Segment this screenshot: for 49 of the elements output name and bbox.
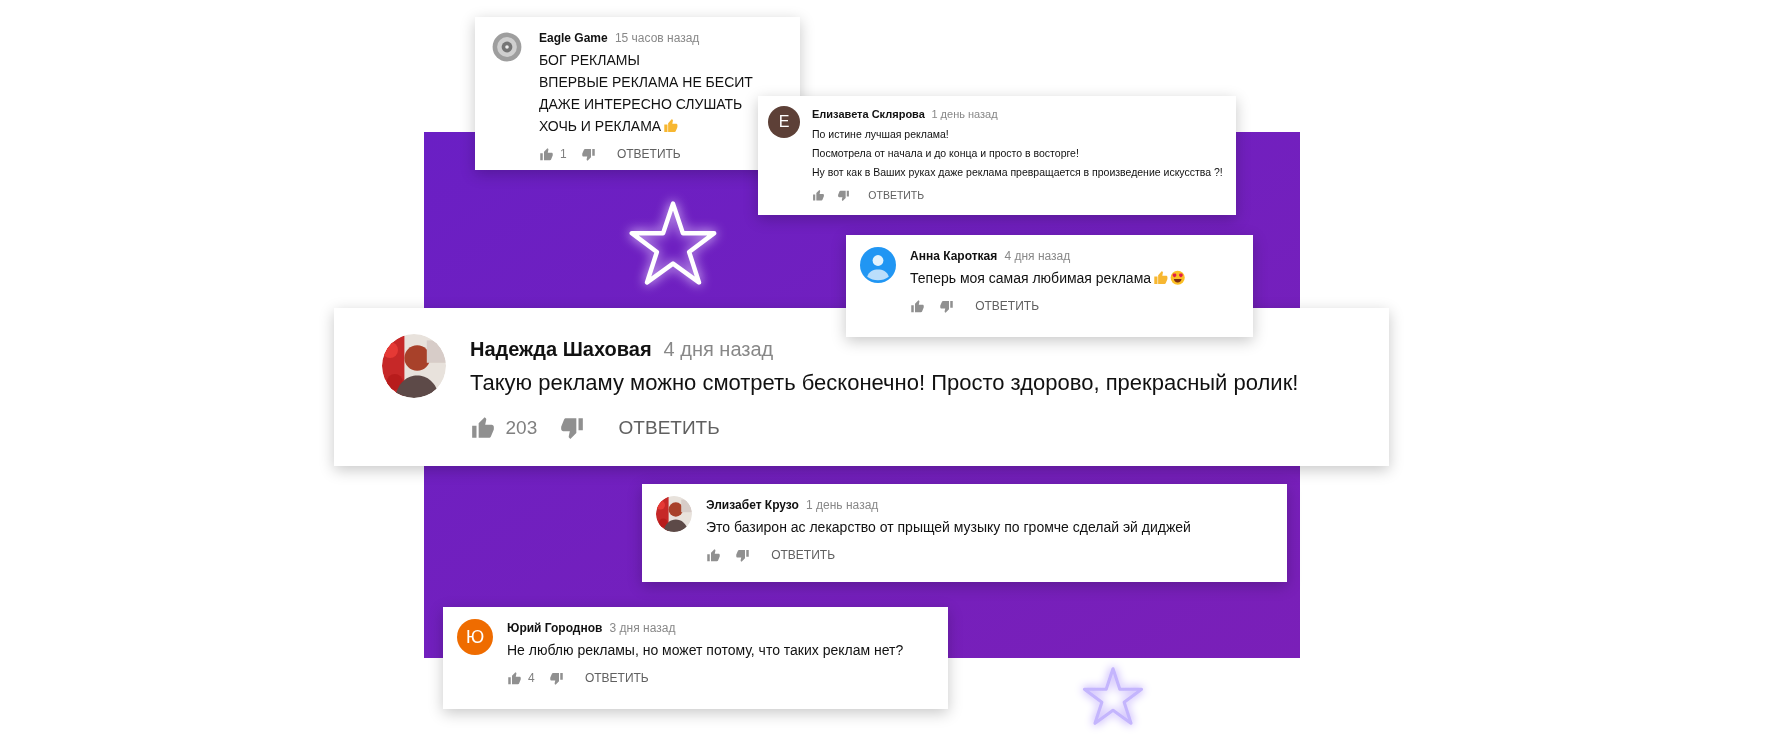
reply-button[interactable]: ОТВЕТИТЬ <box>771 546 836 564</box>
comment-text: Не люблю рекламы, но может потому, что таких реклам нет? <box>507 641 904 660</box>
comment-time[interactable]: 15 часов назад <box>614 29 700 47</box>
avatar: Е <box>768 106 800 138</box>
comment-time[interactable]: 1 день назад <box>806 496 879 514</box>
reply-button[interactable]: ОТВЕТИТЬ <box>868 187 925 204</box>
avatar: Ю <box>457 619 493 655</box>
thumbs-down-icon[interactable] <box>735 547 750 563</box>
thumbs-up-icon[interactable] <box>910 298 925 314</box>
thumbs-up-icon[interactable] <box>507 670 522 686</box>
comment-time[interactable]: 3 дня назад <box>609 619 676 637</box>
thumbs-up-icon[interactable] <box>539 146 554 162</box>
thumbs-down-icon[interactable] <box>548 670 564 686</box>
thumbs-down-icon[interactable] <box>580 146 596 162</box>
thumbs-up-icon[interactable] <box>812 188 825 202</box>
heart-eyes-emoji-icon <box>1170 270 1186 286</box>
thumbs-down-icon[interactable] <box>559 415 586 442</box>
reply-button[interactable]: ОТВЕТИТЬ <box>618 414 720 443</box>
author-name[interactable]: Елизавета Склярова <box>812 106 925 123</box>
reply-button[interactable]: ОТВЕТИТЬ <box>616 145 681 163</box>
thumbs-up-emoji-icon <box>1153 270 1169 286</box>
author-name[interactable]: Элизабет Крузо <box>706 496 799 514</box>
like-count: 203 <box>505 416 538 440</box>
comment-text: Такую рекламу можно смотреть бесконечно! Просто здорово, прекрасный ролик! <box>470 369 1299 397</box>
comment-text: ХОЧЬ И РЕКЛАМА <box>539 117 662 136</box>
reply-button[interactable]: ОТВЕТИТЬ <box>584 669 649 687</box>
like-count: 4 <box>528 670 535 687</box>
like-count: 1 <box>560 146 567 163</box>
comment-text: БОГ РЕКЛАМЫ <box>539 51 641 70</box>
comment-text: Это базирон ас лекарство от прыщей музыку по громче сделай эй диджей <box>706 518 1191 537</box>
reply-button[interactable]: ОТВЕТИТЬ <box>975 297 1040 315</box>
comment-text: По истине лучшая реклама! <box>812 126 950 142</box>
comment-text: ВПЕРВЫЕ РЕКЛАМА НЕ БЕСИТ <box>539 73 753 92</box>
author-name[interactable]: Анна Кароткая <box>910 247 998 265</box>
author-name[interactable]: Юрий Городнов <box>507 619 603 637</box>
default-avatar-icon <box>860 247 896 283</box>
author-name[interactable]: Надежда Шаховая <box>470 334 652 364</box>
comment-time[interactable]: 4 дня назад <box>1004 247 1071 265</box>
thumbs-down-icon[interactable] <box>837 188 850 202</box>
comment-text: Теперь моя самая любимая реклама <box>910 269 1152 288</box>
comment-text: Ну вот как в Ваших руках даже реклама превращается в произведение искусства ?! <box>812 164 1223 180</box>
comment-text: Посмотрела от начала и до конца и просто в восторге! <box>812 145 1080 161</box>
thumbs-down-icon[interactable] <box>939 298 954 314</box>
comment-time[interactable]: 4 дня назад <box>663 334 774 364</box>
comment-text: ДАЖЕ ИНТЕРЕСНО СЛУШАТЬ <box>539 95 744 114</box>
thumbs-up-icon[interactable] <box>706 547 721 563</box>
author-name[interactable]: Eagle Game <box>539 29 608 47</box>
thumbs-up-emoji-icon <box>663 118 679 134</box>
comment-time[interactable]: 1 день назад <box>931 106 998 123</box>
